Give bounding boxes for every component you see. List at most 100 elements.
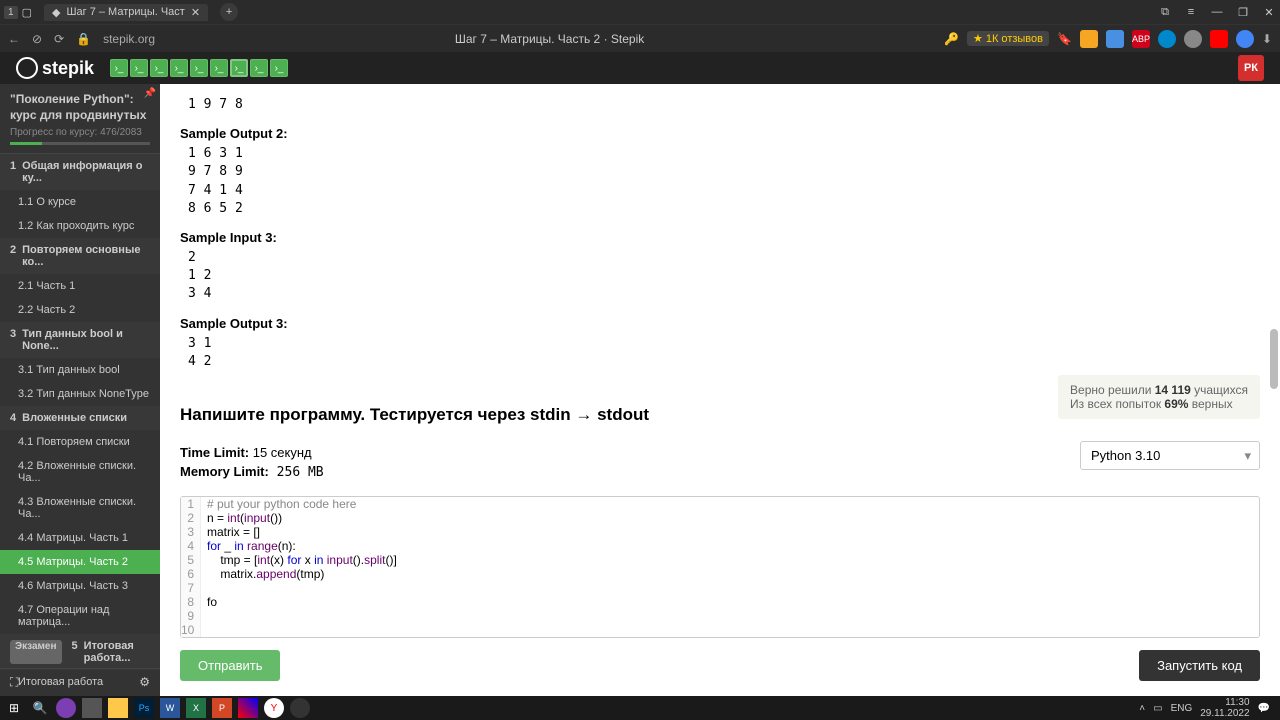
line-number: 7 [181,581,201,595]
task-app-1[interactable] [56,698,76,718]
sidebar-item[interactable]: 3.2 Тип данных NoneType [0,382,160,406]
run-code-button[interactable]: Запустить код [1139,650,1260,681]
new-tab-button[interactable]: + [220,3,238,21]
pin-icon[interactable]: 📌 [144,88,156,99]
task-yandex[interactable]: Y [264,698,284,718]
language-select[interactable]: Python 3.10 [1080,441,1260,470]
task-ppt[interactable]: P [212,698,232,718]
keyboard-lang[interactable]: ENG [1171,703,1193,714]
sidebar-item[interactable]: 1.2 Как проходить курс [0,214,160,238]
task-explorer[interactable] [108,698,128,718]
clock-date[interactable]: 29.11.2022 [1200,708,1249,719]
code-line[interactable] [201,623,210,637]
sidebar-section[interactable]: 2Повторяем основные ко... [0,238,160,274]
sample-code: 1 6 3 1 9 7 8 9 7 4 1 4 8 6 5 2 [180,141,1260,222]
sidebar-item[interactable]: 4.4 Матрицы. Часть 1 [0,526,160,550]
task-app-3[interactable] [238,698,258,718]
sidebar-item[interactable]: 4.1 Повторяем списки [0,430,160,454]
ext-icon-4[interactable] [1184,30,1202,48]
back-icon[interactable]: ← [8,32,20,46]
search-icon[interactable]: 🔍 [30,698,50,718]
reviews-badge[interactable]: ★ 1К отзывов [967,31,1049,46]
line-number: 1 [181,497,201,511]
ext-icon-6[interactable] [1236,30,1254,48]
scrollbar[interactable] [1270,329,1278,389]
code-line[interactable]: n = int(input()) [201,511,282,525]
ext-icon-1[interactable] [1080,30,1098,48]
fullscreen-icon[interactable]: ⛶ [10,675,18,690]
user-avatar[interactable]: РК [1238,55,1264,81]
step-8[interactable]: ›_ [250,59,268,77]
code-line[interactable]: tmp = [int(x) for x in input().split()] [201,553,397,567]
progress-bar [10,142,150,145]
settings-icon[interactable]: ⚙ [139,675,150,690]
course-title: "Поколение Python": курс для продвинутых [10,92,150,123]
maximize-icon[interactable]: ❐ [1236,6,1250,19]
ext-icon-3[interactable] [1158,30,1176,48]
sidebar-item[interactable]: 1.1 О курсе [0,190,160,214]
notification-icon[interactable]: 💬 [1258,703,1270,714]
sidebar-section[interactable]: 4Вложенные списки [0,406,160,430]
ext-icon-abp[interactable]: ABP [1132,30,1150,48]
tray-chevron-icon[interactable]: ˄ [1139,703,1145,714]
step-1[interactable]: ›_ [110,59,128,77]
code-editor[interactable]: 1# put your python code here2n = int(inp… [180,496,1260,638]
sidebar-section[interactable]: 1Общая информация о ку... [0,154,160,190]
start-icon[interactable]: ⊞ [4,698,24,718]
menu-icon[interactable]: ≡ [1184,6,1198,19]
shield-icon[interactable]: ⊘ [32,32,42,46]
step-4[interactable]: ›_ [170,59,188,77]
sidebar-item[interactable]: 4.2 Вложенные списки. Ча... [0,454,160,490]
sidebar-item[interactable]: 4.3 Вложенные списки. Ча... [0,490,160,526]
bookmark-icon[interactable]: 🔖 [1057,32,1072,46]
clock-time[interactable]: 11:30 [1200,697,1249,708]
code-line[interactable]: matrix.append(tmp) [201,567,324,581]
tab-counter[interactable]: 1 [4,6,18,19]
sidebar-item[interactable]: 2.1 Часть 1 [0,274,160,298]
logo-text: stepik [42,58,94,79]
task-app-2[interactable] [82,698,102,718]
minimize-icon[interactable]: — [1210,6,1224,19]
step-9[interactable]: ›_ [270,59,288,77]
ext-icon-5[interactable] [1210,30,1228,48]
sidebar-section[interactable]: Экзамен5Итоговая работа... [0,634,160,670]
code-line[interactable]: fo [201,595,217,609]
step-7[interactable]: ›_ [230,59,248,77]
ext-icon-2[interactable] [1106,30,1124,48]
step-2[interactable]: ›_ [130,59,148,77]
code-line[interactable] [201,609,210,623]
tab-close-icon[interactable]: ✕ [191,6,200,19]
task-ps[interactable]: Ps [134,698,154,718]
browser-tab[interactable]: ◆ Шаг 7 – Матрицы. Част ✕ [44,4,208,21]
key-icon[interactable]: 🔑 [944,32,959,46]
sidebar-item[interactable]: 3.1 Тип данных bool [0,358,160,382]
step-3[interactable]: ›_ [150,59,168,77]
downloads-icon[interactable]: ⬇ [1262,32,1272,46]
sidebar-section[interactable]: 3Тип данных bool и None... [0,322,160,358]
task-word[interactable]: W [160,698,180,718]
code-line[interactable]: for _ in range(n): [201,539,296,553]
tabs-icon[interactable]: ▢ [22,6,32,19]
window-titlebar: 1 ▢ ◆ Шаг 7 – Матрицы. Част ✕ + ⧉ ≡ — ❐ … [0,0,1280,24]
sidebar-item[interactable]: 4.5 Матрицы. Часть 2 [0,550,160,574]
stepik-logo[interactable]: stepik [16,57,94,79]
battery-icon[interactable]: ▭ [1153,703,1162,714]
step-5[interactable]: ›_ [190,59,208,77]
code-line[interactable] [201,581,210,595]
sidebar-item[interactable]: 4.6 Матрицы. Часть 3 [0,574,160,598]
sidebar-item[interactable]: 2.2 Часть 2 [0,298,160,322]
code-line[interactable]: matrix = [] [201,525,260,539]
reload-icon[interactable]: ⟳ [54,32,64,46]
sidebar-item[interactable]: 4.7 Операции над матрица... [0,598,160,634]
overlay-icon[interactable]: ⧉ [1158,6,1172,19]
lock-icon: 🔒 [76,32,91,46]
task-excel[interactable]: X [186,698,206,718]
close-window-icon[interactable]: ✕ [1262,6,1276,19]
lesson-content: 1 9 7 8Sample Output 2:1 6 3 1 9 7 8 9 7… [160,84,1280,696]
code-line[interactable]: # put your python code here [201,497,356,511]
submit-button[interactable]: Отправить [180,650,280,681]
url-text[interactable]: stepik.org [103,32,155,46]
step-6[interactable]: ›_ [210,59,228,77]
task-obs[interactable] [290,698,310,718]
progress-text: Прогресс по курсу: 476/2083 [10,127,150,138]
